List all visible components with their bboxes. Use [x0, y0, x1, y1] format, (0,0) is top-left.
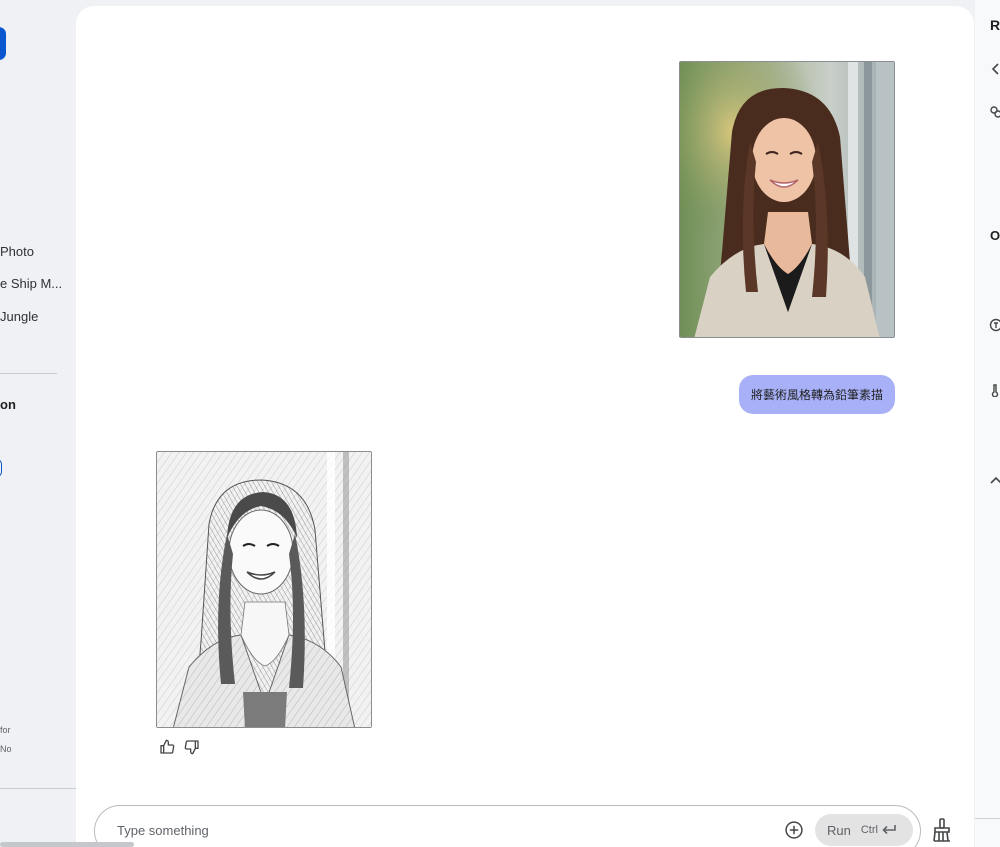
horizontal-scrollbar[interactable]	[0, 842, 134, 847]
sidebar-bottom-divider	[0, 788, 76, 789]
chevron-left-icon[interactable]	[989, 62, 1000, 76]
settings-panel-title: R	[990, 17, 1000, 33]
response-feedback	[158, 738, 200, 755]
sidebar-footer-text-2: No	[0, 744, 12, 754]
sidebar-item-ship[interactable]: e Ship M...	[0, 276, 62, 291]
chat-panel: 將藝術風格轉為鉛筆素描 Type something Run Ctrl	[76, 6, 974, 847]
token-icon	[989, 318, 1000, 332]
portrait-photo	[680, 62, 894, 337]
prompt-composer: Run Ctrl	[94, 805, 921, 847]
sidebar-accent-button[interactable]	[0, 27, 6, 60]
prompt-input[interactable]	[117, 820, 757, 840]
run-button[interactable]: Run Ctrl	[815, 814, 913, 846]
settings-panel-divider	[975, 818, 1000, 819]
left-sidebar: Photo e Ship M... Jungle on for No	[0, 0, 76, 847]
thumb-down-icon[interactable]	[183, 738, 200, 755]
model-response-image[interactable]	[156, 451, 372, 728]
pencil-sketch-portrait	[157, 452, 371, 727]
sidebar-footer-text-1: for	[0, 725, 11, 735]
run-button-label: Run	[827, 822, 851, 838]
temperature-icon	[989, 383, 1000, 398]
run-shortcut: Ctrl	[861, 824, 897, 836]
thumb-up-icon[interactable]	[158, 738, 175, 755]
user-message-bubble: 將藝術風格轉為鉛筆素描	[738, 375, 895, 414]
model-icon	[989, 105, 1000, 119]
sidebar-divider	[0, 373, 57, 374]
shortcut-label: Ctrl	[860, 824, 878, 836]
sidebar-item-photo[interactable]: Photo	[0, 244, 34, 259]
broom-icon[interactable]	[931, 818, 953, 842]
settings-section-heading: O	[990, 228, 1000, 243]
add-circle-icon[interactable]	[784, 820, 804, 840]
run-settings-panel: R O	[975, 0, 1000, 847]
sidebar-toggle[interactable]	[0, 459, 2, 477]
sidebar-item-jungle[interactable]: Jungle	[0, 309, 38, 324]
sidebar-section-heading: on	[0, 397, 16, 412]
enter-key-icon	[882, 825, 896, 835]
user-uploaded-image[interactable]	[679, 61, 895, 338]
chevron-up-icon[interactable]	[989, 474, 1000, 488]
